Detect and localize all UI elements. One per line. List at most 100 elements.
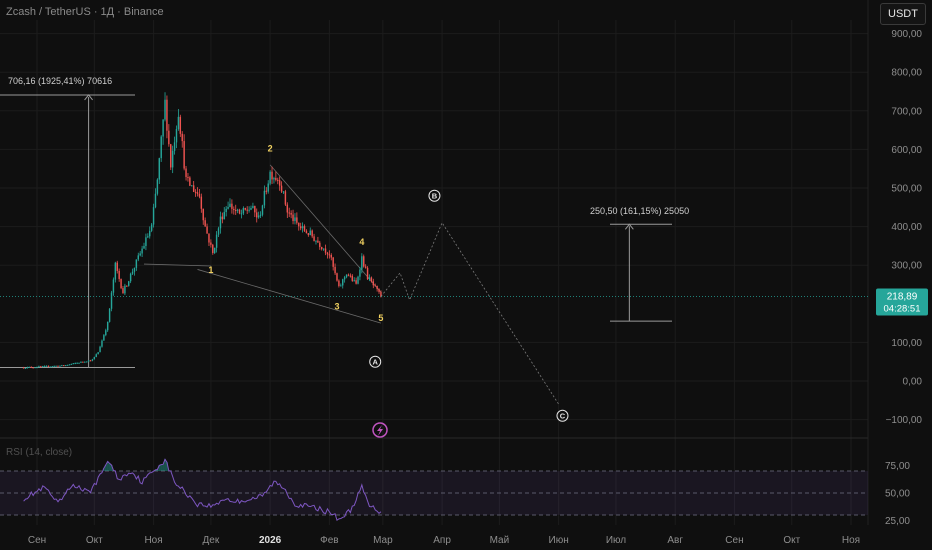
rsi-indicator-label[interactable]: RSI (14, close) bbox=[6, 447, 72, 458]
candle-body bbox=[219, 216, 222, 229]
candle-body bbox=[213, 247, 216, 254]
candle-body bbox=[221, 216, 224, 220]
candle-body bbox=[103, 335, 105, 341]
projection-path bbox=[380, 221, 559, 405]
chart-canvas[interactable]: 706,16 (1925,41%) 70616 250,50 (161,15%) … bbox=[0, 0, 932, 550]
candle-body bbox=[101, 340, 103, 347]
candle-body bbox=[143, 246, 145, 249]
chart-title: Zcash / TetherUS · 1Д · Binance bbox=[6, 6, 164, 18]
candle-body bbox=[370, 277, 373, 282]
projection-line bbox=[380, 221, 559, 405]
candle-body bbox=[57, 365, 59, 367]
candle-body bbox=[275, 178, 277, 180]
candle-body bbox=[351, 275, 354, 281]
candle-body bbox=[187, 176, 189, 178]
candle-body bbox=[345, 274, 348, 278]
candle-body bbox=[170, 144, 172, 168]
candle-body bbox=[359, 269, 361, 277]
price-axis: 900,00 800,00 700,00 600,00 500,00 400,00 300,… bbox=[0, 29, 928, 426]
candle-body bbox=[191, 185, 193, 187]
candle-body bbox=[164, 99, 166, 120]
wave-label: A bbox=[373, 358, 379, 367]
currency-button[interactable]: USDT bbox=[880, 3, 926, 25]
candle-body bbox=[59, 365, 61, 367]
wave-label: 1 bbox=[208, 265, 213, 275]
candle-body bbox=[286, 204, 289, 213]
candle-body bbox=[181, 133, 183, 142]
measure-tools: 706,16 (1925,41%) 70616 250,50 (161,15%) … bbox=[0, 76, 689, 368]
candle-body bbox=[189, 177, 191, 186]
candle-body bbox=[108, 308, 111, 322]
price-label: 700,00 bbox=[891, 106, 922, 117]
candle-body bbox=[112, 279, 115, 293]
measure-label: 250,50 (161,15%) 25050 bbox=[590, 206, 689, 216]
candle-body bbox=[93, 356, 96, 360]
price-label: −100,00 bbox=[886, 415, 923, 426]
candle-body bbox=[168, 130, 170, 145]
candle-body bbox=[277, 179, 279, 181]
time-label: Апр bbox=[433, 535, 451, 546]
candle-body bbox=[273, 178, 275, 180]
candle-body bbox=[347, 274, 350, 276]
candle-body bbox=[278, 180, 281, 186]
candle-body bbox=[196, 192, 199, 194]
candle-body bbox=[210, 242, 212, 245]
candle-body bbox=[110, 292, 113, 309]
candle-body bbox=[225, 208, 227, 213]
candle-body bbox=[233, 208, 235, 211]
candle-body bbox=[322, 248, 325, 250]
candle-body bbox=[131, 271, 134, 274]
candle-body bbox=[145, 237, 147, 247]
candle-body bbox=[271, 171, 273, 180]
time-label: Ноя bbox=[842, 535, 860, 546]
candle-body bbox=[231, 203, 233, 209]
candle-body bbox=[166, 99, 168, 131]
candle-body bbox=[80, 361, 82, 363]
candle-body bbox=[70, 363, 73, 365]
candle-body bbox=[43, 365, 46, 367]
candle-body bbox=[290, 212, 292, 215]
rsi-overbought-fill bbox=[160, 464, 163, 471]
candle-body bbox=[51, 366, 54, 368]
candle-body bbox=[206, 226, 208, 234]
candle-body bbox=[263, 190, 266, 206]
rsi-overbought-fill bbox=[162, 464, 165, 471]
price-label: 600,00 bbox=[891, 145, 922, 156]
candle-body bbox=[301, 226, 304, 229]
candle-body bbox=[152, 207, 155, 225]
flash-icon[interactable] bbox=[372, 422, 388, 438]
candle-body bbox=[202, 208, 204, 221]
candle-body bbox=[313, 236, 315, 241]
price-label: 500,00 bbox=[891, 184, 922, 195]
candle-body bbox=[99, 346, 101, 353]
candle-body bbox=[126, 285, 128, 287]
rsi-axis: 75,00 50,00 25,00 bbox=[885, 461, 910, 527]
candle-body bbox=[227, 206, 229, 209]
candle-body bbox=[366, 267, 369, 280]
candle-body bbox=[315, 240, 317, 242]
candle-body bbox=[368, 277, 371, 280]
candle-body bbox=[330, 254, 332, 258]
candle-body bbox=[311, 230, 313, 237]
candle-body bbox=[55, 365, 57, 367]
candle-body bbox=[162, 119, 164, 137]
candle-body bbox=[72, 363, 75, 365]
candle-body bbox=[105, 330, 107, 336]
last-price: 218,89 bbox=[887, 292, 918, 303]
candle-body bbox=[248, 209, 250, 211]
candle-body bbox=[338, 280, 340, 287]
rsi-axis-label: 50,00 bbox=[885, 489, 910, 500]
candle-body bbox=[129, 273, 132, 282]
candle-body bbox=[47, 365, 50, 367]
wave-label: 2 bbox=[268, 143, 273, 153]
candle-body bbox=[116, 262, 118, 271]
time-label: Июн bbox=[549, 535, 569, 546]
candle-body bbox=[294, 217, 296, 222]
rsi-axis-label: 25,00 bbox=[885, 516, 910, 527]
candle-body bbox=[89, 360, 92, 362]
candle-body bbox=[236, 209, 239, 211]
candle-body bbox=[364, 266, 367, 268]
candle-body bbox=[137, 255, 139, 260]
candle-body bbox=[267, 183, 269, 192]
candle-body bbox=[40, 366, 42, 368]
